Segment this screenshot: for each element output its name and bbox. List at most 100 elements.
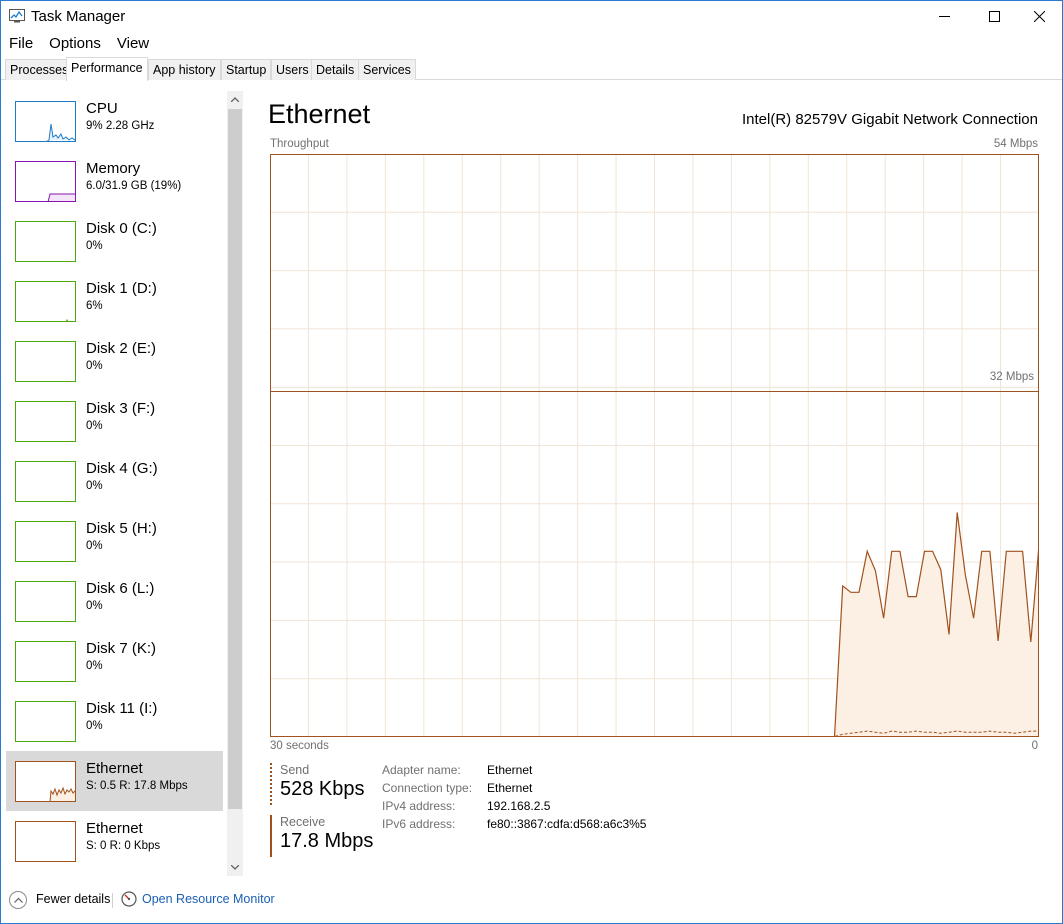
chevron-down-icon (231, 865, 239, 870)
sidebar-item-disk-2[interactable]: Disk 2 (E:) 0% (6, 331, 223, 391)
close-button[interactable] (1016, 1, 1062, 32)
sidebar-item-label: Disk 7 (K:) (86, 640, 157, 657)
sidebar-item-value: 0% (86, 360, 103, 372)
tab-startup[interactable]: Startup (221, 59, 272, 80)
minimize-icon (938, 16, 950, 17)
sidebar-item-label: Disk 3 (F:) (86, 400, 156, 417)
disk-graph-icon (15, 461, 76, 502)
sidebar-item-label: Disk 1 (D:) (86, 280, 157, 297)
property-value: fe80::3867:cdfa:d568:a6c3%5 (487, 817, 647, 831)
sidebar-item-value: 6% (86, 300, 103, 312)
disk-graph-icon (15, 221, 76, 262)
title-bar[interactable]: Task Manager (1, 1, 1062, 32)
sidebar-item-label: Disk 4 (G:) (86, 460, 158, 477)
menu-file[interactable]: File (1, 33, 41, 55)
disk-graph-icon (15, 581, 76, 622)
sidebar-item-value: 0% (86, 480, 103, 492)
property-label: Connection type: (382, 781, 473, 795)
sidebar-item-disk-4[interactable]: Disk 4 (G:) 0% (6, 451, 223, 511)
disk-graph-icon (15, 401, 76, 442)
adapter-name-heading: Intel(R) 82579V Gigabit Network Connecti… (742, 111, 1038, 128)
tab-details[interactable]: Details (311, 59, 360, 80)
sidebar-item-value: 0% (86, 420, 103, 432)
menu-options[interactable]: Options (41, 33, 109, 55)
close-icon (1033, 11, 1045, 22)
fewer-details-button[interactable]: Fewer details (36, 892, 110, 906)
sidebar-item-label: Disk 6 (L:) (86, 580, 155, 597)
sidebar-item-ethernet[interactable]: Ethernet S: 0 R: 0 Kbps (6, 811, 223, 871)
chevron-up-icon (231, 97, 239, 102)
sidebar-scrollbar[interactable] (227, 91, 243, 876)
sidebar-item-cpu[interactable]: CPU 9% 2.28 GHz (6, 91, 223, 151)
receive-value: 17.8 Mbps (280, 830, 374, 852)
receive-stat: Receive 17.8 Mbps (270, 815, 373, 857)
footer-bar: Fewer details Open Resource Monitor (1, 887, 1062, 913)
disk-graph-icon (15, 341, 76, 382)
send-label: Send (280, 763, 310, 777)
scrollbar-thumb[interactable] (228, 109, 242, 809)
property-label: Adapter name: (382, 763, 461, 777)
sidebar-item-value: S: 0 R: 0 Kbps (86, 840, 161, 852)
sidebar-item-label: Disk 2 (E:) (86, 340, 157, 357)
resource-monitor-icon[interactable] (121, 891, 137, 907)
disk-graph-icon (15, 521, 76, 562)
property-value: Ethernet (487, 781, 533, 795)
receive-label: Receive (280, 815, 326, 829)
sidebar-item-label: Ethernet (86, 760, 143, 777)
sidebar-item-value: 0% (86, 240, 103, 252)
menu-view[interactable]: View (109, 33, 157, 55)
sidebar-item-label: Ethernet (86, 820, 143, 837)
maximize-icon (988, 11, 1000, 22)
ethernet-graph-icon (15, 761, 76, 802)
sidebar-item-ethernet-active[interactable]: Ethernet S: 0.5 R: 17.8 Mbps (6, 751, 223, 811)
tab-app-history[interactable]: App history (148, 59, 221, 80)
task-manager-window: Task Manager File Options View Processes… (0, 0, 1063, 924)
tab-performance[interactable]: Performance (66, 57, 148, 81)
sidebar-item-value: 9% 2.28 GHz (86, 120, 155, 132)
sidebar-item-disk-3[interactable]: Disk 3 (F:) 0% (6, 391, 223, 451)
sidebar-item-disk-5[interactable]: Disk 5 (H:) 0% (6, 511, 223, 571)
scroll-down-button[interactable] (227, 859, 243, 876)
fewer-details-icon[interactable] (9, 891, 27, 909)
menu-bar: File Options View (1, 33, 157, 55)
minimize-button[interactable] (921, 1, 967, 32)
maximize-button[interactable] (971, 1, 1017, 32)
tab-bar: Processes Performance App history Startu… (1, 57, 1062, 81)
graph-mid-label: 32 Mbps (989, 371, 1034, 383)
sidebar-item-label: Memory (86, 160, 141, 177)
sidebar-item-value: S: 0.5 R: 17.8 Mbps (86, 780, 188, 792)
send-stat: Send 528 Kbps (270, 763, 365, 805)
footer-divider (112, 893, 113, 908)
scroll-up-button[interactable] (227, 91, 243, 108)
disk-graph-icon (15, 701, 76, 742)
sidebar-item-value: 6.0/31.9 GB (19%) (86, 180, 182, 192)
sidebar-item-disk-0[interactable]: Disk 0 (C:) 0% (6, 211, 223, 271)
ethernet-graph-icon (15, 821, 76, 862)
tab-processes[interactable]: Processes (5, 59, 74, 80)
sidebar-item-disk-11[interactable]: Disk 11 (I:) 0% (6, 691, 223, 751)
open-resource-monitor-link[interactable]: Open Resource Monitor (142, 892, 275, 906)
property-label: IPv4 address: (382, 799, 456, 813)
property-value: Ethernet (487, 763, 533, 777)
task-manager-app-icon (9, 9, 25, 23)
sidebar-item-label: Disk 0 (C:) (86, 220, 157, 237)
resource-sidebar: CPU 9% 2.28 GHz Memory 6.0/31.9 GB (19%)… (6, 91, 226, 876)
tab-users[interactable]: Users (271, 59, 314, 80)
cpu-graph-icon (15, 101, 76, 142)
throughput-label: Throughput (270, 138, 329, 150)
page-title: Ethernet (268, 99, 371, 129)
tab-services[interactable]: Services (358, 59, 416, 80)
sidebar-item-disk-7[interactable]: Disk 7 (K:) 0% (6, 631, 223, 691)
sidebar-item-value: 0% (86, 660, 103, 672)
disk-graph-icon (15, 641, 76, 682)
sidebar-item-label: Disk 11 (I:) (86, 700, 158, 717)
sidebar-item-disk-6[interactable]: Disk 6 (L:) 0% (6, 571, 223, 631)
throughput-graph (270, 154, 1039, 737)
sidebar-item-memory[interactable]: Memory 6.0/31.9 GB (19%) (6, 151, 223, 211)
sidebar-item-value: 0% (86, 600, 103, 612)
window-title: Task Manager (31, 8, 126, 25)
send-value: 528 Kbps (280, 778, 365, 800)
sidebar-item-label: CPU (86, 100, 118, 117)
sidebar-item-disk-1[interactable]: Disk 1 (D:) 6% (6, 271, 223, 331)
disk-graph-icon (15, 281, 76, 322)
